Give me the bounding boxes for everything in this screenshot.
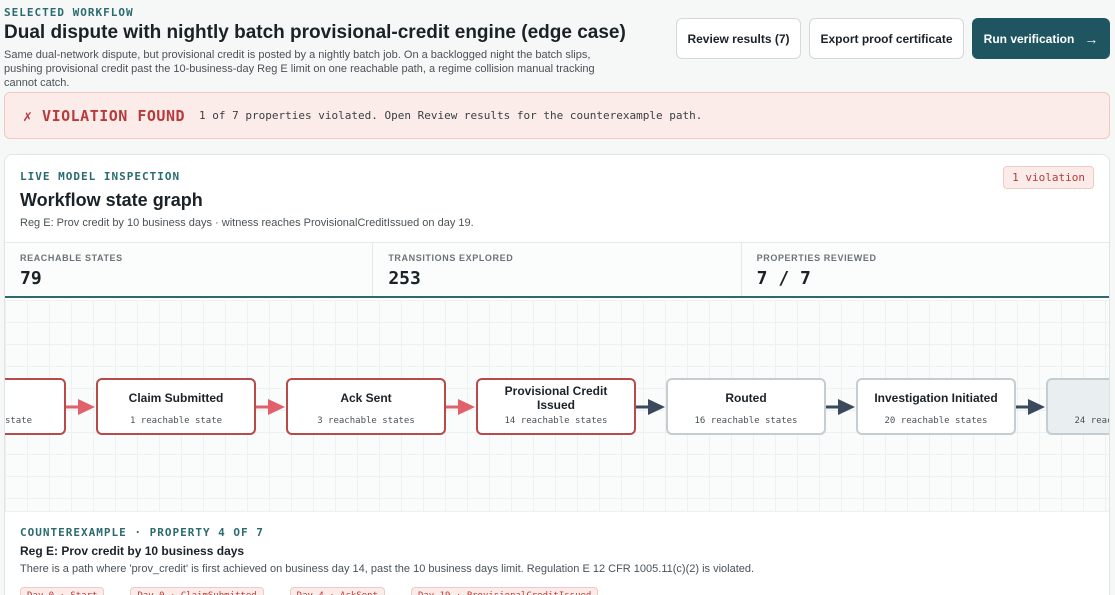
stat-label: REACHABLE STATES xyxy=(20,253,123,263)
state-node-name: Re xyxy=(1048,380,1109,412)
stat-value: 7 / 7 xyxy=(756,268,811,289)
graph-title: Workflow state graph xyxy=(20,190,203,210)
workflow-title: Dual dispute with nightly batch provisio… xyxy=(4,22,626,43)
state-node-name: Provisional Credit Issued xyxy=(504,384,608,412)
counterexample-eyebrow: COUNTEREXAMPLE · PROPERTY 4 OF 7 xyxy=(20,526,264,539)
violation-message: 1 of 7 properties violated. Open Review … xyxy=(199,109,703,122)
state-node-claim-submitted[interactable]: Claim Submitted 1 reachable state xyxy=(96,378,256,435)
transition-arrowhead xyxy=(1028,399,1045,415)
trace-arrow-icon: → xyxy=(271,589,283,595)
stat-value: 253 xyxy=(388,268,421,289)
counterexample-section: COUNTEREXAMPLE · PROPERTY 4 OF 7 Reg E: … xyxy=(5,511,1109,595)
trace-step[interactable]: Day 0 · ClaimSubmitted xyxy=(130,587,264,595)
counterexample-title: Reg E: Prov credit by 10 business days xyxy=(20,544,245,558)
export-proof-label: Export proof certificate xyxy=(820,31,953,46)
graph-subtitle: Reg E: Prov credit by 10 business days ·… xyxy=(20,217,474,229)
section-eyebrow: SELECTED WORKFLOW xyxy=(4,6,134,19)
stat-transitions-explored: TRANSITIONS EXPLORED 253 xyxy=(373,243,742,296)
state-node-name xyxy=(5,380,64,412)
state-node-name: Investigation Initiated xyxy=(874,391,998,405)
stat-properties-reviewed: PROPERTIES REVIEWED 7 / 7 xyxy=(742,243,1109,296)
trace-arrow-icon: → xyxy=(392,589,404,595)
state-node-re[interactable]: Re 24 reachable states xyxy=(1046,378,1109,435)
state-node-name: Claim Submitted xyxy=(128,391,224,405)
transition-arrowhead xyxy=(458,399,475,415)
run-verification-button[interactable]: Run verification → xyxy=(972,18,1110,59)
state-node-count: 1 reachable state xyxy=(5,416,33,426)
counterexample-description: There is a path where 'prov_credit' is f… xyxy=(20,563,755,575)
trace-step[interactable]: Day 19 · ProvisionalCreditIssued xyxy=(410,587,599,595)
trace-step[interactable]: Day 0 · Start xyxy=(20,587,105,595)
transition-arrowhead xyxy=(838,399,855,415)
violation-title: ✗ VIOLATION FOUND xyxy=(23,106,186,125)
transition-arrowhead xyxy=(648,399,665,415)
state-node-routed[interactable]: Routed 16 reachable states xyxy=(666,378,826,435)
counterexample-trace: Day 0 · Start → Day 0 · ClaimSubmitted → Day… xyxy=(20,587,599,595)
state-node-investigation-initiated[interactable]: Investigation Initiated 20 reachable stat… xyxy=(856,378,1016,435)
model-inspection-panel: LIVE MODEL INSPECTION Workflow state gra… xyxy=(4,154,1110,595)
state-node-count: 16 reachable states xyxy=(694,416,798,426)
state-node-name: Ack Sent xyxy=(340,391,392,405)
state-node-count: 3 reachable states xyxy=(317,416,415,426)
panel-eyebrow: LIVE MODEL INSPECTION xyxy=(20,170,181,183)
state-node-count: 20 reachable states xyxy=(884,416,988,426)
state-node-count: 14 reachable states xyxy=(504,416,608,426)
run-verification-label: Run verification xyxy=(983,31,1075,46)
stats-bar: REACHABLE STATES 79 TRANSITIONS EXPLORED… xyxy=(5,242,1109,298)
violation-count-badge: 1 violation xyxy=(1003,166,1094,189)
state-node-ack-sent[interactable]: Ack Sent 3 reachable states xyxy=(286,378,446,435)
transition-arrowhead xyxy=(268,399,285,415)
state-graph-canvas[interactable]: 1 reachable state Claim Submitted 1 reacha… xyxy=(5,300,1109,511)
state-node-count: 1 reachable state xyxy=(129,416,223,426)
violation-banner: ✗ VIOLATION FOUND 1 of 7 properties viol… xyxy=(4,92,1110,139)
trace-step[interactable]: Day 4 · AckSent xyxy=(289,587,385,595)
state-node-partial[interactable]: 1 reachable state xyxy=(5,378,66,435)
workflow-description: Same dual-network dispute, but provision… xyxy=(4,49,595,89)
state-node-count: 24 reachable states xyxy=(1074,416,1109,426)
trace-arrow-icon: → xyxy=(111,589,123,595)
arrow-right-icon: → xyxy=(1084,30,1099,47)
state-node-provisional-credit-issued[interactable]: Provisional Credit Issued 14 reachable st… xyxy=(476,378,636,435)
stat-reachable-states: REACHABLE STATES 79 xyxy=(5,243,374,296)
export-proof-button[interactable]: Export proof certificate xyxy=(809,18,964,59)
transition-arrowhead xyxy=(78,399,95,415)
review-results-label: Review results (7) xyxy=(687,31,790,46)
stat-label: PROPERTIES REVIEWED xyxy=(756,253,877,263)
review-results-button[interactable]: Review results (7) xyxy=(676,18,801,59)
state-node-name: Routed xyxy=(725,391,767,405)
stat-label: TRANSITIONS EXPLORED xyxy=(388,253,514,263)
stat-value: 79 xyxy=(20,268,42,289)
